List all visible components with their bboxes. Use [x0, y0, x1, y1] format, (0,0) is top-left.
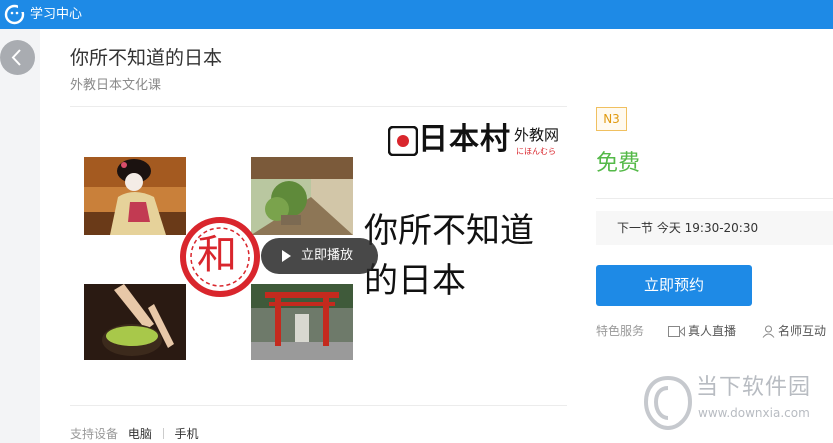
play-button[interactable]: 立即播放	[261, 238, 378, 274]
price-label: 免费	[596, 151, 641, 176]
watermark-logo-icon	[643, 375, 693, 431]
feature-services: 特色服务 真人直播 名师互动	[596, 323, 833, 339]
brand-kana: にほんむら	[516, 147, 556, 156]
seal-emblem: 和	[180, 217, 260, 297]
photo-tea	[84, 284, 186, 360]
photo-shrine	[251, 284, 353, 360]
next-session-info: 下一节 今天 19:30-20:30	[596, 211, 833, 245]
device-pc: 电脑	[127, 427, 152, 441]
seal-character: 和	[197, 232, 237, 278]
brand-suffix: 外教网	[514, 126, 560, 144]
title-bar: 学习中心	[0, 0, 833, 29]
book-now-button[interactable]: 立即预约	[596, 265, 752, 306]
cover-headline-line-2: 的日本	[364, 261, 466, 301]
play-button-label: 立即播放	[301, 248, 354, 263]
back-button[interactable]	[0, 40, 35, 75]
divider	[596, 198, 833, 199]
course-title: 你所不知道的日本	[70, 47, 223, 69]
next-session-text: 下一节 今天 19:30-20:30	[617, 221, 759, 235]
brand-name: 日本村	[418, 122, 511, 157]
photo-geisha	[84, 157, 186, 235]
feature-live-label: 真人直播	[688, 324, 737, 338]
video-camera-icon	[668, 326, 685, 337]
level-badge: N3	[596, 107, 627, 131]
course-subtitle: 外教日本文化课	[70, 78, 162, 93]
app-logo-icon	[4, 4, 25, 25]
person-icon	[762, 325, 775, 338]
watermark-name: 当下软件园	[696, 375, 812, 400]
watermark-url: www.downxia.com	[698, 406, 810, 420]
chevron-left-icon	[11, 49, 21, 66]
rising-sun-icon	[388, 126, 418, 156]
brand-logo: 日本村 外教网 にほんむら	[388, 120, 564, 164]
cover-headline-line-1: 你所不知道	[364, 211, 534, 251]
photo-garden	[251, 157, 353, 235]
features-label: 特色服务	[596, 324, 645, 338]
divider	[70, 405, 567, 406]
supported-devices: 支持设备 电脑 手机	[70, 426, 199, 442]
supported-devices-label: 支持设备	[70, 427, 119, 441]
app-title: 学习中心	[30, 7, 83, 22]
left-strip	[0, 29, 40, 443]
feature-interaction-label: 名师互动	[778, 324, 827, 338]
separator	[162, 428, 164, 439]
device-mobile: 手机	[174, 427, 199, 441]
watermark: 当下软件园 www.downxia.com	[640, 372, 833, 443]
play-icon	[282, 250, 291, 262]
